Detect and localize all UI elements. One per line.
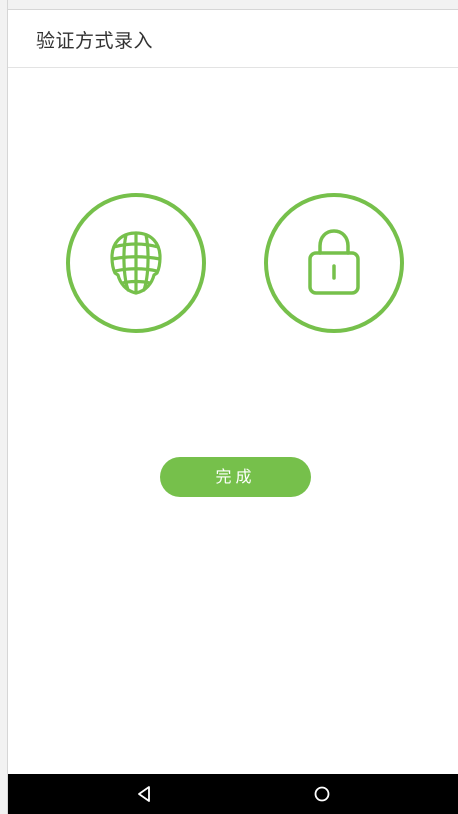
face-method-button[interactable] [66, 193, 206, 333]
page-title: 验证方式录入 [36, 30, 154, 52]
password-method-button[interactable] [264, 193, 404, 333]
done-button[interactable]: 完成 [160, 457, 311, 497]
left-edge [0, 0, 8, 814]
top-edge [0, 0, 458, 10]
system-nav-bar [8, 774, 458, 814]
back-icon[interactable] [132, 782, 156, 806]
screen: 验证方式录入 完成 [0, 0, 458, 814]
home-icon[interactable] [310, 782, 334, 806]
face-icon [110, 231, 162, 295]
header-bar: 验证方式录入 [8, 10, 458, 68]
lock-icon [308, 229, 360, 295]
